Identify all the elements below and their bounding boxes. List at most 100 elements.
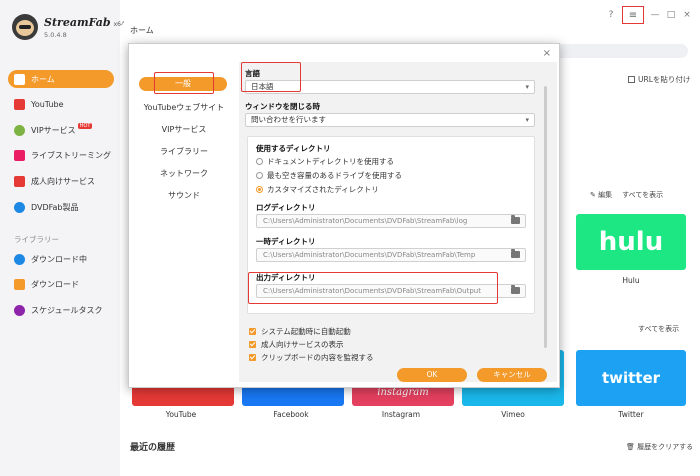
sidebar-item-downloading[interactable]: ダウンロード中	[8, 250, 114, 268]
output-dir-field[interactable]: C:\Users\Administrator\Documents\DVDFab\…	[256, 284, 526, 298]
settings-dialog: × 一般 YouTubeウェブサイト VIPサービス ライブラリー ネットワーク…	[128, 43, 560, 388]
hulu-tile[interactable]: hulu	[576, 214, 686, 270]
tab-home[interactable]: ホーム	[122, 22, 240, 40]
checkbox-autostart[interactable]: システム起動時に自動起動	[249, 326, 351, 337]
temp-dir-field[interactable]: C:\Users\Administrator\Documents\DVDFab\…	[256, 248, 526, 262]
radio-selected-icon	[256, 186, 263, 193]
twitter-logo: twitter	[601, 369, 661, 387]
settings-tab-general[interactable]: 一般	[139, 77, 227, 91]
show-all-link[interactable]: すべてを表示	[622, 190, 663, 200]
minimize-icon[interactable]: —	[650, 10, 660, 20]
dvdfab-icon	[14, 201, 25, 213]
maximize-icon[interactable]: □	[666, 10, 676, 20]
sidebar-item-label: DVDFab製品	[31, 202, 79, 212]
vimeo-label: Vimeo	[501, 410, 525, 419]
window-close-label: ウィンドウを閉じる時	[245, 102, 320, 111]
edit-row: ✎ 編集 すべてを表示	[590, 190, 663, 200]
sidebar-item-live[interactable]: ライブストリーミング	[8, 146, 114, 164]
radio-documents-dir[interactable]: ドキュメントディレクトリを使用する	[256, 156, 394, 167]
help-icon[interactable]: ?	[606, 10, 616, 20]
sidebar-item-label: スケジュールタスク	[31, 305, 103, 315]
radio-icon	[256, 172, 263, 179]
key-icon	[14, 124, 25, 136]
clear-history-button[interactable]: 🗑 履歴をクリアする	[626, 442, 693, 452]
youtube-label: YouTube	[165, 410, 197, 419]
hulu-logo: hulu	[598, 227, 664, 257]
sidebar-item-schedule[interactable]: スケジュールタスク	[8, 301, 114, 319]
cancel-button[interactable]: キャンセル	[477, 368, 547, 382]
checkbox-checked-icon	[249, 354, 256, 361]
checkbox-checked-icon	[249, 341, 256, 348]
settings-scrollbar[interactable]	[544, 86, 547, 348]
facebook-label: Facebook	[273, 410, 309, 419]
twitter-tile[interactable]: twitter	[576, 350, 686, 406]
library-section-label: ライブラリー	[14, 235, 59, 244]
settings-nav: 一般 YouTubeウェブサイト VIPサービス ライブラリー ネットワーク サ…	[129, 62, 239, 388]
log-dir-field[interactable]: C:\Users\Administrator\Documents\DVDFab\…	[256, 214, 526, 228]
sidebar-item-label: ホーム	[31, 74, 55, 84]
ok-button[interactable]: OK	[397, 368, 467, 382]
folder-icon	[14, 278, 25, 290]
twitter-label: Twitter	[618, 410, 644, 419]
folder-icon[interactable]	[511, 249, 520, 258]
sidebar-item-downloaded[interactable]: ダウンロード	[8, 275, 114, 293]
app-logo: StreamFab x64 5.0.4.8	[12, 14, 125, 40]
show-all-link-2[interactable]: すべてを表示	[638, 324, 679, 334]
sidebar-item-dvdfab[interactable]: DVDFab製品	[8, 198, 114, 216]
radio-custom-dir[interactable]: カスタマイズされたディレクトリ	[256, 184, 379, 195]
sidebar-item-adult[interactable]: 成人向けサービス	[8, 172, 114, 190]
folder-icon[interactable]	[511, 215, 520, 224]
directory-group: 使用するディレクトリ ドキュメントディレクトリを使用する 最も空き容量のあるドラ…	[247, 136, 535, 314]
sidebar-item-label: ライブストリーミング	[31, 150, 111, 160]
chevron-down-icon: ▾	[525, 116, 529, 124]
settings-tab-youtube[interactable]: YouTubeウェブサイト	[129, 102, 239, 113]
checkbox-adult-services[interactable]: 成人向けサービスの表示	[249, 339, 344, 350]
adult-icon	[14, 175, 25, 187]
radio-free-space-drive[interactable]: 最も空き容量のあるドライブを使用する	[256, 170, 402, 181]
app-sidebar: StreamFab x64 5.0.4.8 ホーム YouTube VIPサービス…	[0, 0, 125, 476]
checkbox-clipboard-monitor[interactable]: クリップボードの内容を監視する	[249, 352, 374, 363]
live-icon	[14, 149, 25, 161]
sidebar-item-youtube[interactable]: YouTube	[8, 95, 114, 113]
checkbox-checked-icon	[249, 328, 256, 335]
instagram-label: Instagram	[381, 410, 421, 419]
sloth-logo-icon	[12, 14, 38, 40]
close-icon[interactable]: ×	[543, 48, 551, 59]
trash-icon: 🗑	[626, 443, 635, 451]
close-icon[interactable]: ×	[682, 10, 692, 20]
settings-tab-vip[interactable]: VIPサービス	[129, 124, 239, 135]
recent-history-title: 最近の履歴	[130, 443, 176, 453]
sidebar-item-label: VIPサービス	[31, 125, 76, 135]
hulu-label: Hulu	[622, 276, 640, 285]
edit-button[interactable]: ✎ 編集	[590, 190, 612, 200]
folder-icon[interactable]	[511, 285, 520, 294]
menu-icon[interactable]: ≡	[622, 6, 644, 24]
sidebar-item-home[interactable]: ホーム	[8, 70, 114, 88]
settings-tab-library[interactable]: ライブラリー	[129, 146, 239, 157]
paste-icon	[628, 76, 635, 83]
download-icon	[14, 253, 25, 265]
settings-panel: 言語 日本語 ▾ ウィンドウを閉じる時 問い合わせを行います ▾ 使用するディレ…	[239, 62, 557, 382]
settings-tab-network[interactable]: ネットワーク	[129, 168, 239, 179]
settings-tab-sound[interactable]: サウンド	[129, 190, 239, 201]
sidebar-item-label: 成人向けサービス	[31, 176, 95, 186]
app-version: 5.0.4.8	[44, 30, 67, 39]
window-close-select[interactable]: 問い合わせを行います ▾	[245, 113, 535, 127]
sidebar-item-vip[interactable]: VIPサービス HOT	[8, 121, 114, 139]
paste-url-button[interactable]: URLを貼り付け	[628, 74, 690, 85]
log-dir-label: ログディレクトリ	[256, 203, 316, 212]
schedule-icon	[14, 304, 25, 316]
youtube-icon	[14, 98, 25, 110]
hot-badge: HOT	[77, 123, 93, 129]
language-label: 言語	[245, 69, 260, 78]
radio-icon	[256, 158, 263, 165]
temp-dir-label: 一時ディレクトリ	[256, 237, 316, 246]
directory-label: 使用するディレクトリ	[256, 144, 331, 153]
language-select[interactable]: 日本語 ▾	[245, 80, 535, 94]
output-dir-label: 出力ディレクトリ	[256, 273, 316, 282]
sidebar-item-label: ダウンロード中	[31, 254, 87, 264]
app-name: StreamFab	[44, 15, 111, 29]
chevron-down-icon: ▾	[525, 83, 529, 91]
search-input[interactable]	[552, 44, 688, 58]
home-icon	[14, 73, 25, 85]
